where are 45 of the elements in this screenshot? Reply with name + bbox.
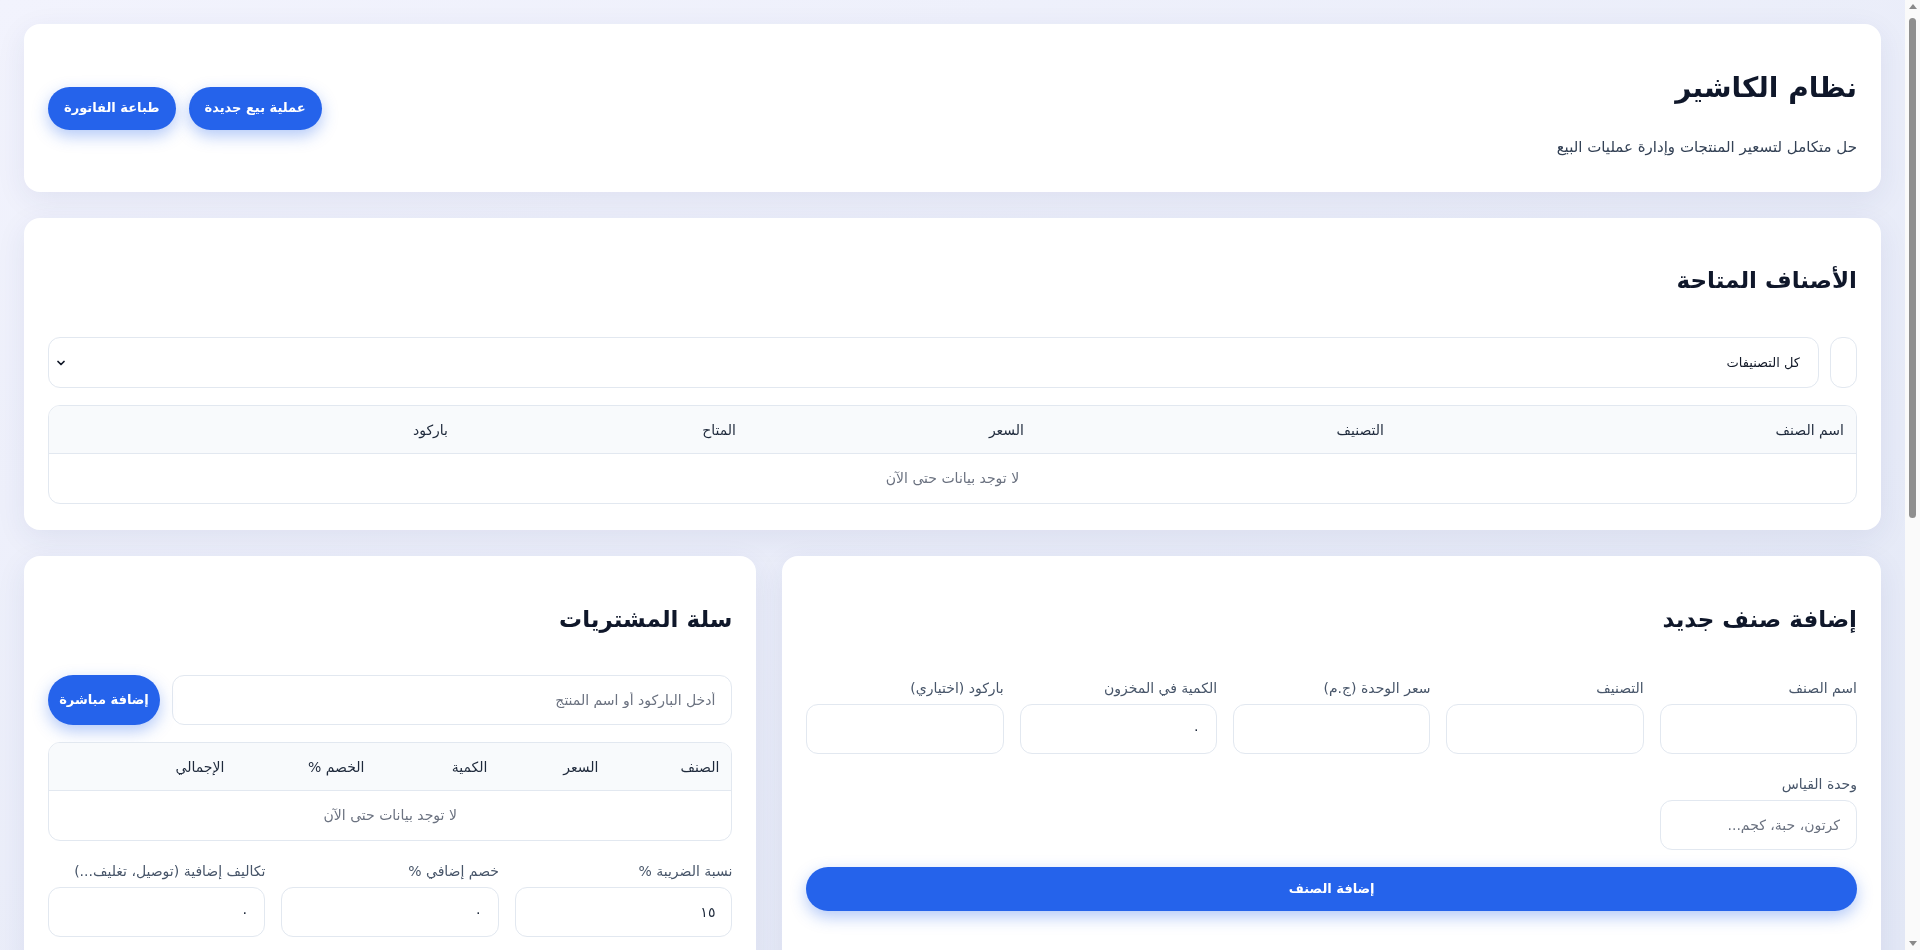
scrollbar-track[interactable]: [1905, 0, 1920, 950]
column-header: الخصم %: [308, 758, 365, 775]
section-title: الأصناف المتاحة: [1676, 265, 1857, 295]
app-subtitle: حل متكامل لتسعير المنتجات وإدارة عمليات البيع: [1556, 137, 1857, 158]
input-field[interactable]: [1446, 704, 1644, 754]
column-header: الكمية: [451, 758, 488, 775]
input-field[interactable]: ٠: [281, 887, 499, 937]
column-header: الإجمالي: [175, 758, 225, 775]
field-label: التصنيف: [1596, 679, 1644, 698]
column-header: المتاح: [702, 421, 736, 438]
caret-up-icon[interactable]: [1908, 4, 1917, 9]
column-header: الصنف: [680, 758, 720, 775]
input-field[interactable]: [1659, 704, 1857, 754]
search-field[interactable]: [1830, 337, 1857, 388]
input-field[interactable]: ٠: [48, 887, 266, 937]
header-button[interactable]: طباعة الفاتورة: [48, 86, 176, 130]
section-title: سلة المشتريات: [559, 605, 733, 635]
empty-table-message: لا توجد بيانات حتى الآن: [885, 469, 1020, 489]
scrollbar-thumb[interactable]: [1909, 18, 1916, 518]
input-field[interactable]: ١٥: [514, 887, 733, 937]
input-field[interactable]: ٠: [1019, 704, 1218, 754]
field-label: الكمية في المخزون: [1104, 679, 1218, 698]
direct-add-button[interactable]: إضافة مباشرة: [48, 675, 160, 725]
column-header: اسم الصنف: [1775, 421, 1844, 438]
app-title: نظام الكاشير: [1675, 70, 1857, 106]
input-field[interactable]: كرتون، حبة، كجم...: [1659, 800, 1857, 850]
field-label: وحدة القياس: [1781, 775, 1857, 794]
field-label: سعر الوحدة (ج.م): [1323, 679, 1431, 698]
caret-down-icon[interactable]: [1908, 941, 1917, 946]
column-header: باركود: [412, 421, 448, 438]
category-select[interactable]: كل التصنيفات: [48, 337, 1819, 388]
column-header: السعر: [563, 758, 599, 775]
column-header: التصنيف: [1336, 421, 1384, 438]
header-button[interactable]: عملية بيع جديدة: [188, 86, 322, 130]
field-label: اسم الصنف: [1788, 679, 1857, 698]
field-label: خصم إضافي %: [408, 862, 499, 881]
field-label: تكاليف إضافية (توصيل، تغليف...): [74, 862, 266, 881]
column-header: السعر: [988, 421, 1024, 438]
empty-table-message: لا توجد بيانات حتى الآن: [323, 806, 457, 826]
section-title: إضافة صنف جديد: [1662, 605, 1857, 635]
field-label: نسبة الضريبة %: [638, 862, 733, 881]
add-item-button[interactable]: إضافة الصنف: [806, 867, 1857, 911]
input-field[interactable]: [806, 704, 1004, 754]
input-field[interactable]: [1233, 704, 1431, 754]
field-label: باركود (اختياري): [910, 679, 1004, 698]
